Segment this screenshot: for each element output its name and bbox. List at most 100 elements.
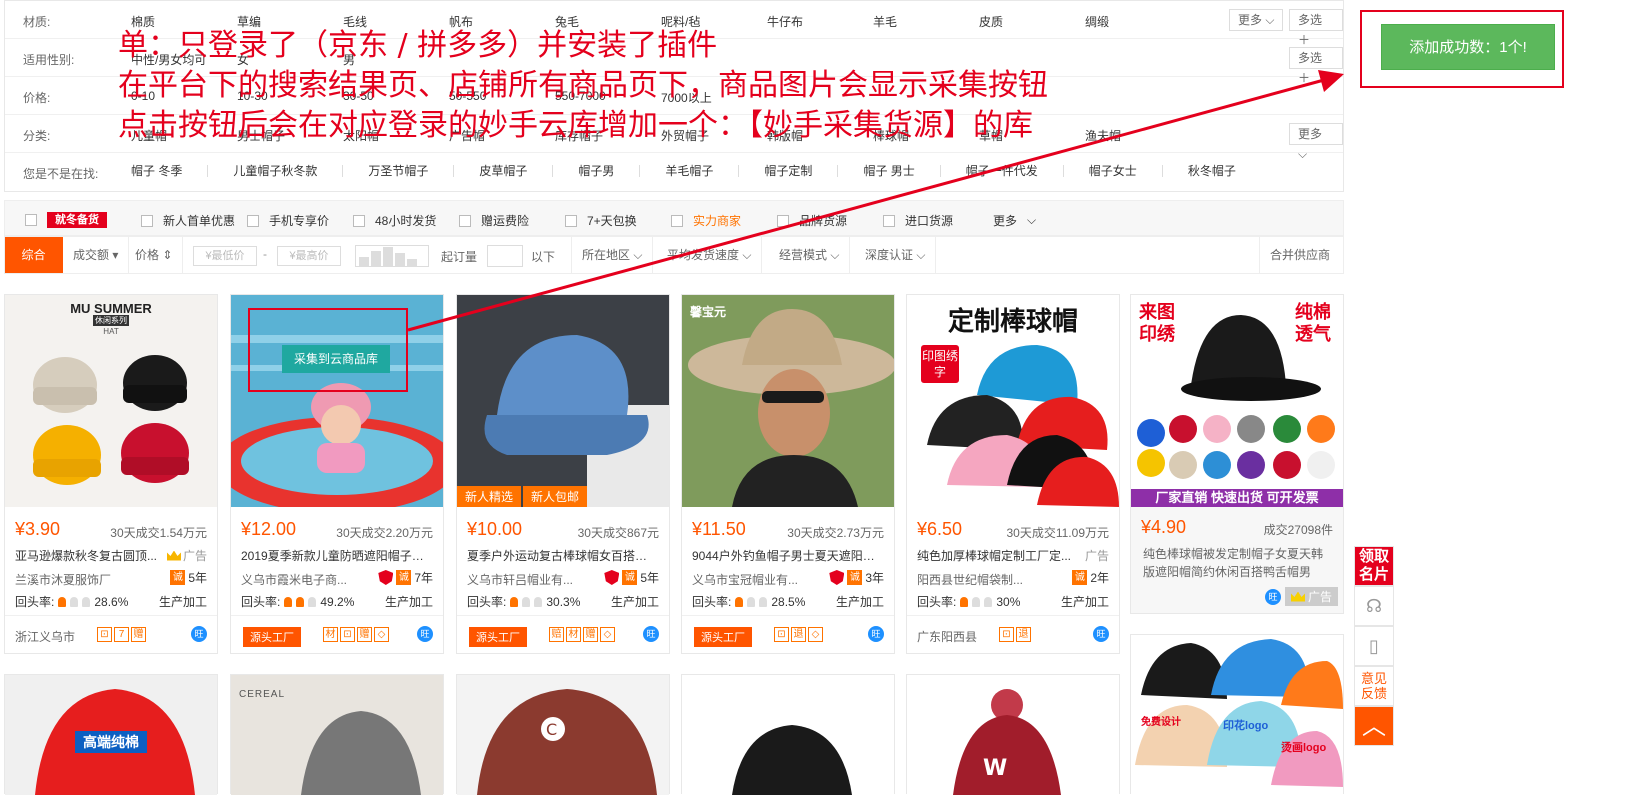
cert-dropdown[interactable]: 深度认证 ⌵ — [855, 237, 937, 273]
mode-dropdown[interactable]: 经营模式 ⌵ — [769, 237, 851, 273]
baseball-caps-illustration — [927, 345, 1119, 507]
multi-select-button[interactable]: 多选 ＋ — [1289, 47, 1343, 85]
checkbox-box[interactable] — [25, 214, 37, 226]
product-title[interactable]: 9044户外钓鱼帽子男士夏天遮阳防... — [692, 547, 880, 564]
chat-icon[interactable]: 旺 — [868, 626, 884, 642]
chat-icon[interactable]: 旺 — [417, 626, 433, 642]
checkbox-import-source[interactable]: 进口货源 — [883, 212, 953, 229]
filter-option[interactable]: 皮质 — [979, 13, 1085, 30]
moq-input[interactable] — [487, 245, 523, 267]
product-image[interactable]: 高端纯棉 — [5, 675, 217, 795]
filter-option[interactable]: 羊毛 — [873, 13, 979, 30]
product-card[interactable]: C — [456, 674, 670, 795]
sort-comprehensive[interactable]: 综合 — [5, 237, 63, 273]
checkbox-box[interactable] — [565, 214, 577, 227]
shop-name[interactable]: 阳西县世纪帽袋制... — [917, 571, 1047, 588]
checkbox-box[interactable] — [883, 214, 895, 227]
checkbox-box[interactable] — [247, 214, 259, 227]
product-image[interactable]: 免费设计 印花logo 烫画logo — [1131, 635, 1343, 795]
suggest-link[interactable]: 万圣节帽子 — [343, 165, 455, 177]
chat-icon[interactable]: 旺 — [1265, 588, 1281, 605]
checkbox-freight-insurance[interactable]: 赠运费险 — [459, 212, 529, 229]
chat-icon[interactable]: 旺 — [191, 626, 207, 642]
suggest-link[interactable]: 帽子女士 — [1064, 165, 1163, 177]
checkbox-strong-merchant[interactable]: 实力商家 — [671, 212, 741, 229]
checkbox-box[interactable] — [141, 214, 153, 227]
suggest-link[interactable]: 帽子定制 — [739, 165, 839, 177]
suggest-link[interactable]: 帽子 冬季 — [131, 165, 209, 177]
shop-name[interactable]: 义乌市霞米电子商... — [241, 571, 371, 588]
product-title[interactable]: 纯色棒球帽被发定制帽子女夏天韩版遮阳帽简约休闲百搭鸭舌帽男 — [1143, 545, 1333, 581]
suggest-link[interactable]: 儿童帽子秋冬款 — [208, 165, 344, 177]
ship-speed-dropdown[interactable]: 平均发货速度 ⌵ — [657, 237, 763, 273]
checkbox-mobile-price[interactable]: 手机专享价 — [247, 212, 329, 229]
product-card[interactable]: 定制棒球帽 印图绣字 ¥6.50 30天成交11.09万元 纯色加厚棒球帽定制工… — [906, 294, 1120, 654]
feedback-button[interactable]: 意见反馈 — [1354, 666, 1394, 706]
product-image[interactable]: CEREAL — [231, 675, 443, 795]
suggest-link[interactable]: 帽子一件代发 — [941, 165, 1064, 177]
filter-option[interactable]: 渔夫帽 — [1085, 127, 1191, 144]
collect-to-cloud-button[interactable]: 采集到云商品库 — [282, 345, 390, 373]
suggest-link[interactable]: 帽子 男士 — [838, 165, 941, 177]
suggest-link[interactable]: 秋冬帽子 — [1163, 165, 1261, 177]
product-card[interactable] — [681, 674, 895, 795]
checkbox-box[interactable] — [777, 214, 789, 227]
checkbox-box[interactable] — [459, 214, 471, 227]
product-title[interactable]: 夏季户外运动复古棒球帽女百搭配... — [467, 547, 655, 564]
checkbox-box[interactable] — [353, 214, 365, 227]
more-button[interactable]: 更多 ⌵ — [1229, 9, 1284, 31]
product-image[interactable]: C — [457, 675, 669, 795]
product-card[interactable]: 免费设计 印花logo 烫画logo — [1130, 634, 1344, 795]
price-distribution-icon[interactable] — [355, 245, 429, 267]
product-image[interactable]: 馨宝元 — [682, 295, 894, 507]
service-icon: 退 — [791, 627, 806, 642]
multi-select-button[interactable]: 多选 ＋ — [1289, 9, 1343, 47]
chat-icon[interactable]: 旺 — [643, 626, 659, 642]
add-success-button[interactable]: 添加成功数：1个! — [1381, 24, 1555, 70]
product-image[interactable]: 新人精选 新人包邮 — [457, 295, 669, 507]
product-image[interactable]: W — [907, 675, 1119, 795]
product-card[interactable]: CEREAL — [230, 674, 444, 795]
more-button[interactable]: 更多 ⌵ — [1289, 123, 1343, 161]
chat-icon[interactable]: 旺 — [1093, 626, 1109, 642]
checkbox-box[interactable] — [671, 214, 683, 227]
checkbox-brand-source[interactable]: 品牌货源 — [777, 212, 847, 229]
headset-icon[interactable]: ☊ — [1354, 586, 1394, 626]
phone-icon[interactable]: ▯ — [1354, 626, 1394, 666]
product-card[interactable]: W — [906, 674, 1120, 795]
suggest-link[interactable]: 羊毛帽子 — [640, 165, 740, 177]
filter-option[interactable]: 绸缎 — [1085, 13, 1191, 30]
checkbox-48h[interactable]: 48小时发货 — [353, 212, 436, 229]
region-dropdown[interactable]: 所在地区 ⌵ — [571, 237, 654, 273]
product-title[interactable]: 2019夏季新款儿童防晒遮阳帽子透... — [241, 547, 429, 564]
product-card[interactable]: MU SUMMER 休闲系列 HAT ¥3.90 30天成交1.54万元 亚马逊… — [4, 294, 218, 654]
checkbox-new-user[interactable]: 新人首单优惠 — [141, 212, 235, 229]
shop-name[interactable]: 义乌市宝冠帽业有... — [692, 571, 822, 588]
shop-name[interactable]: 义乌市轩吕帽业有... — [467, 571, 597, 588]
checkbox-label: 实力商家 — [693, 214, 742, 228]
product-card[interactable]: 高端纯棉 — [4, 674, 218, 795]
product-card[interactable]: 馨宝元 ¥11.50 30天成交2.73万元 9044户外钓鱼帽子男士夏天遮阳防… — [681, 294, 895, 654]
product-title[interactable]: 亚马逊爆款秋冬复古圆顶... — [15, 547, 185, 564]
max-price-input[interactable]: ¥最高价 — [277, 246, 341, 266]
sort-turnover[interactable]: 成交额 ▾ — [63, 237, 130, 273]
product-image[interactable]: 定制棒球帽 印图绣字 — [907, 295, 1119, 507]
promo-checkbox[interactable]: 就冬备货 — [25, 212, 107, 228]
min-price-input[interactable]: ¥最低价 — [193, 246, 257, 266]
merge-suppliers-button[interactable]: 合并供应商 — [1259, 237, 1340, 273]
sort-price[interactable]: 价格 ⇕ — [125, 237, 184, 273]
back-to-top-button[interactable]: ︿ — [1354, 706, 1394, 746]
shop-name[interactable]: 兰溪市沐夏服饰厂 — [15, 571, 145, 588]
checks-more-button[interactable]: 更多 ⌵ — [993, 212, 1036, 229]
product-card[interactable]: 新人精选 新人包邮 ¥10.00 30天成交867元 夏季户外运动复古棒球帽女百… — [456, 294, 670, 654]
filter-option[interactable]: 牛仔布 — [767, 13, 873, 30]
product-card-ad[interactable]: 来图印绣 纯棉透气 厂家直销 快速出货 可开发票 ¥4.90 成交27098件 … — [1130, 294, 1344, 614]
product-image[interactable] — [682, 675, 894, 795]
get-card-button[interactable]: 领取名片 — [1354, 546, 1394, 586]
product-title[interactable]: 纯色加厚棒球帽定制工厂定... — [917, 547, 1087, 564]
checkbox-7day-exchange[interactable]: 7+天包换 — [565, 212, 637, 229]
suggest-link[interactable]: 帽子男 — [553, 165, 641, 177]
product-image[interactable]: MU SUMMER 休闲系列 HAT — [5, 295, 217, 507]
product-image[interactable]: 来图印绣 纯棉透气 厂家直销 快速出货 可开发票 — [1131, 295, 1343, 507]
suggest-link[interactable]: 皮草帽子 — [454, 165, 554, 177]
